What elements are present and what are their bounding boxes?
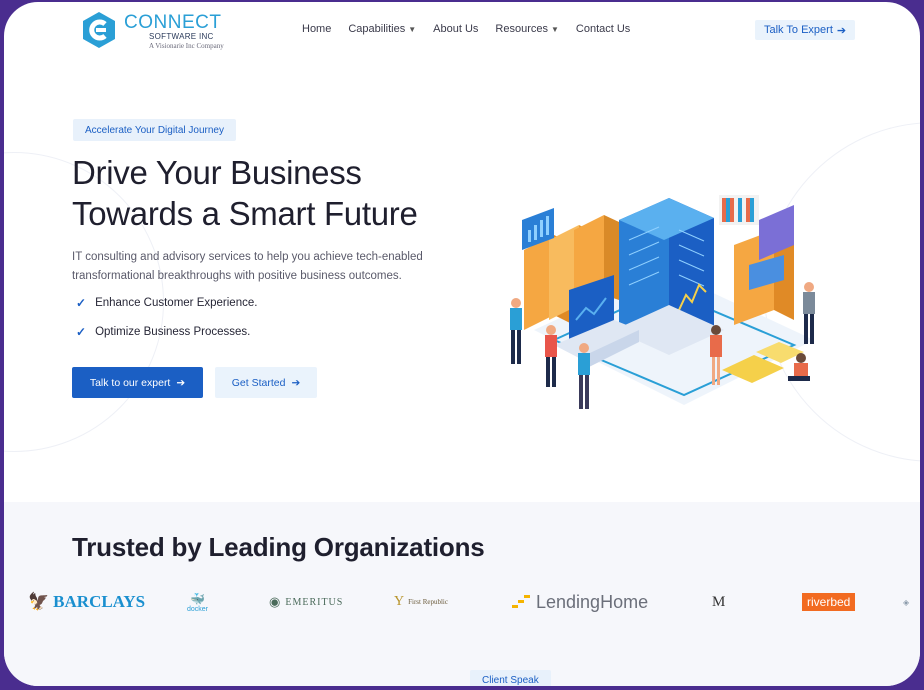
client-logos: 🦅 BARCLAYS 🐳 docker ◉ EMERITUS Y First Repub… bbox=[4, 584, 920, 620]
first-republic-logo: Y First Republic bbox=[394, 584, 448, 620]
nav-contact-us[interactable]: Contact Us bbox=[576, 23, 630, 35]
m-logo: M bbox=[712, 584, 725, 620]
lendinghome-logo: LendingHome bbox=[512, 584, 648, 620]
arrow-right-icon: ➔ bbox=[176, 376, 186, 389]
docker-logo: 🐳 docker bbox=[187, 584, 208, 620]
nav-label: About Us bbox=[433, 23, 479, 35]
barclays-logo: 🦅 BARCLAYS bbox=[28, 584, 145, 620]
chevron-down-icon: ▼ bbox=[408, 24, 417, 34]
nav-label: Home bbox=[302, 23, 332, 35]
logo-text: riverbed bbox=[802, 593, 856, 611]
partial-logo: ◈ bbox=[903, 597, 910, 607]
riverbed-logo: riverbed bbox=[802, 584, 856, 620]
arrow-right-icon: ➔ bbox=[836, 24, 847, 37]
nav-home[interactable]: Home bbox=[302, 23, 331, 35]
logo-text: docker bbox=[187, 605, 209, 613]
whale-icon: 🐳 bbox=[190, 591, 205, 606]
logo-text: M bbox=[712, 593, 726, 610]
button-label: Talk to our expert bbox=[89, 376, 171, 389]
emblem-icon: ◉ bbox=[269, 594, 282, 609]
trusted-section-title: Trusted by Leading Organizations bbox=[72, 532, 485, 562]
feature-check-item: ✓ Enhance Customer Experience. bbox=[76, 296, 257, 310]
talk-to-expert-button[interactable]: Talk To Expert ➔ bbox=[755, 20, 856, 40]
main-nav: Home Capabilities ▼ About Us Resources ▼ C… bbox=[302, 23, 630, 35]
logo-text: BARCLAYS bbox=[53, 592, 146, 611]
feature-label: Optimize Business Processes. bbox=[95, 326, 251, 338]
hero-illustration bbox=[510, 195, 815, 409]
company-logo[interactable]: CONNECT SOFTWARE INC A Visionarie Inc Co… bbox=[79, 8, 249, 54]
nav-label: Capabilities bbox=[348, 23, 406, 35]
logo-tagline: A Visionarie Inc Company bbox=[149, 42, 224, 50]
check-icon: ✓ bbox=[76, 325, 87, 339]
y-emblem-icon: Y bbox=[394, 594, 405, 609]
hero-badge: Accelerate Your Digital Journey bbox=[73, 119, 236, 141]
logo-text: EMERITUS bbox=[285, 596, 344, 608]
check-icon: ✓ bbox=[76, 296, 87, 310]
hero-title: Drive Your Business Towards a Smart Futu… bbox=[72, 152, 492, 234]
logo-subtitle: SOFTWARE INC bbox=[149, 32, 214, 41]
logo-text: First Republic bbox=[408, 598, 448, 606]
nav-resources[interactable]: Resources ▼ bbox=[495, 23, 559, 35]
stairs-icon bbox=[512, 595, 530, 608]
nav-label: Contact Us bbox=[575, 23, 631, 35]
logo-name: CONNECT bbox=[124, 12, 222, 33]
hero-title-line: Towards a Smart Future bbox=[72, 195, 418, 232]
talk-to-our-expert-button[interactable]: Talk to our expert ➔ bbox=[72, 367, 203, 398]
nav-capabilities[interactable]: Capabilities ▼ bbox=[348, 23, 416, 35]
button-label: Talk To Expert bbox=[764, 24, 833, 36]
hero-title-line: Drive Your Business bbox=[72, 154, 362, 191]
arrow-right-icon: ➔ bbox=[291, 376, 301, 389]
get-started-button[interactable]: Get Started ➔ bbox=[215, 367, 317, 398]
feature-label: Enhance Customer Experience. bbox=[95, 297, 258, 309]
eagle-icon: 🦅 bbox=[28, 592, 50, 611]
chevron-down-icon: ▼ bbox=[550, 24, 559, 34]
nav-about-us[interactable]: About Us bbox=[433, 23, 478, 35]
page-frame: CONNECT SOFTWARE INC A Visionarie Inc Co… bbox=[4, 2, 920, 686]
logo-icon bbox=[83, 12, 115, 48]
button-label: Get Started bbox=[231, 376, 286, 389]
logo-text: LendingHome bbox=[536, 591, 649, 612]
hero-description: IT consulting and advisory services to h… bbox=[72, 251, 423, 282]
nav-label: Resources bbox=[495, 23, 548, 35]
feature-check-item: ✓ Optimize Business Processes. bbox=[76, 325, 250, 339]
emeritus-logo: ◉ EMERITUS bbox=[269, 584, 343, 620]
client-speak-badge: Client Speak bbox=[470, 670, 551, 686]
